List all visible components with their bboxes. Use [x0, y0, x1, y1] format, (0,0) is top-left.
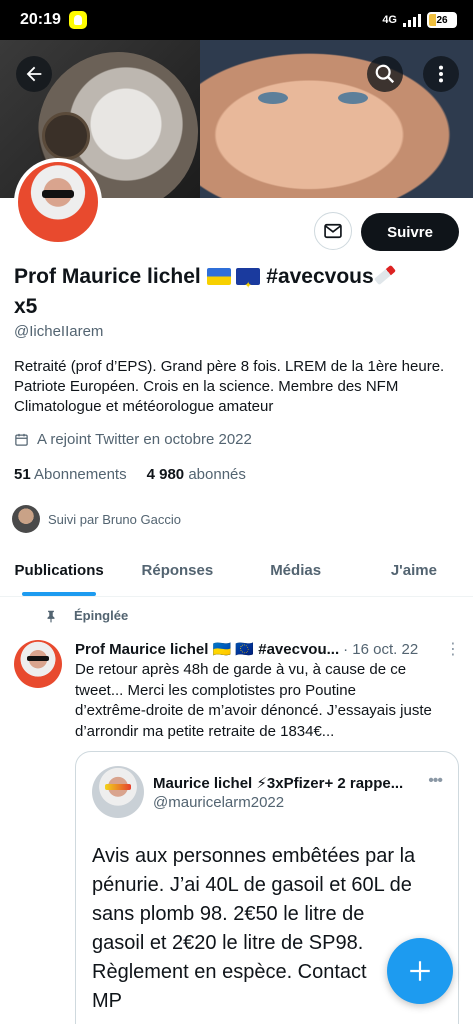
- syringe-icon: [373, 264, 396, 286]
- envelope-icon: [324, 223, 342, 239]
- quote-line: Avis aux personnes embêtées par la: [92, 845, 416, 867]
- back-button[interactable]: [16, 56, 52, 92]
- following-label: Abonnements: [34, 466, 127, 483]
- more-options-button[interactable]: [423, 56, 459, 92]
- snapchat-notification-icon: [68, 11, 87, 29]
- quoted-tweet-text: Avis aux personnes embêtées par la pénur…: [92, 842, 442, 1016]
- tweet-date[interactable]: · 16 oct. 22: [343, 641, 418, 658]
- display-name-suffix: x5: [14, 295, 38, 318]
- followers-count: 4 980: [146, 466, 185, 483]
- more-vertical-icon: [438, 65, 444, 83]
- tweet-author-avatar[interactable]: [14, 640, 62, 688]
- battery-icon: 26: [427, 12, 457, 28]
- bio-line: Climatologue et météorologue amateur: [14, 398, 274, 415]
- profile-handle: @IicheIIarem: [14, 323, 104, 340]
- tab-publications[interactable]: Publications: [0, 545, 118, 596]
- avatar-glasses: [42, 190, 74, 198]
- profile-bio: Retraité (prof d’EPS). Grand père 8 fois…: [14, 357, 464, 417]
- status-bar: 20:19 4G 26: [0, 0, 473, 40]
- pinned-text: Épinglée: [74, 608, 129, 623]
- tweet-avatar-glasses: [27, 656, 49, 661]
- calendar-icon: [15, 433, 28, 446]
- pin-icon: [47, 610, 55, 622]
- status-icons: 4G 26: [382, 12, 457, 28]
- tweet-line: d’extrême-droite de m’avoir dénoncé. J’e…: [75, 702, 432, 719]
- quoted-more-icon[interactable]: •••: [428, 772, 443, 790]
- banner-clock-image: [42, 112, 90, 160]
- follow-counts: 51 Abonnements 4 980 abonnés: [14, 466, 246, 483]
- tweet-author-name[interactable]: Prof Maurice lichel 🇺🇦 🇪🇺 #avecvou...: [75, 640, 339, 658]
- tweet-text[interactable]: De retour après 48h de garde à vu, à cau…: [75, 660, 455, 742]
- eu-flag-icon: [236, 268, 261, 300]
- tab-media[interactable]: Médias: [237, 545, 355, 596]
- followed-by-row[interactable]: Suivi par Bruno Gaccio: [12, 505, 181, 533]
- tweet-line: tweet... Merci les complotistes pro Pout…: [75, 681, 356, 699]
- banner-eye-right: [338, 92, 368, 104]
- bio-line: Patriote Européen. Crois en la science. …: [14, 378, 399, 395]
- following-count: 51: [14, 466, 31, 483]
- followers-label: abonnés: [188, 466, 246, 483]
- tab-likes[interactable]: J'aime: [355, 545, 473, 596]
- joined-text: A rejoint Twitter en octobre 2022: [37, 431, 252, 448]
- tweet-more-icon[interactable]: ⋮: [445, 639, 461, 659]
- search-button[interactable]: [367, 56, 403, 92]
- following-link[interactable]: 51 Abonnements: [14, 466, 127, 483]
- display-name-hashtag: #avecvous: [266, 265, 374, 288]
- banner-eye-left: [258, 92, 288, 104]
- quote-line: gasoil et 2€20 le litre de SP98.: [92, 932, 364, 954]
- signal-icon: [403, 13, 421, 27]
- profile-display-name: Prof Maurice lichel #avecvous x5: [14, 262, 459, 322]
- pinned-label: Épinglée: [44, 608, 128, 623]
- joined-date: A rejoint Twitter en octobre 2022: [14, 431, 252, 448]
- followed-by-text: Suivi par Bruno Gaccio: [48, 511, 181, 527]
- tweet-header: Prof Maurice lichel 🇺🇦 🇪🇺 #avecvou... · …: [75, 639, 461, 659]
- battery-level: 26: [436, 14, 448, 26]
- compose-tweet-button[interactable]: [387, 938, 453, 1004]
- quote-line: MP: [92, 990, 122, 1012]
- bio-line: Retraité (prof d’EPS). Grand père 8 fois…: [14, 358, 445, 375]
- quoted-author-handle: @mauricelarm2022: [153, 794, 285, 811]
- tweet-line: d’arrondir ma petite retraite de 1834€..…: [75, 722, 335, 740]
- quoted-author-name: Maurice lichel ⚡3xPfizer+ 2 rappe...: [153, 774, 443, 792]
- follower-avatar: [12, 505, 40, 533]
- plus-icon: [410, 961, 430, 981]
- tab-replies[interactable]: Réponses: [118, 545, 236, 596]
- quoted-author-name-text: Maurice lichel ⚡3xPfizer+ 2 rappe...: [153, 775, 404, 792]
- profile-avatar[interactable]: [14, 158, 102, 246]
- quoted-avatar-glasses: [105, 784, 131, 790]
- back-arrow-icon: [26, 66, 42, 82]
- profile-tabs: Publications Réponses Médias J'aime: [0, 545, 473, 597]
- tweet-line: De retour après 48h de garde à vu, à cau…: [75, 661, 407, 678]
- search-icon: [375, 64, 395, 84]
- follow-button[interactable]: Suivre: [361, 213, 459, 251]
- clock-time: 20:19: [20, 11, 61, 28]
- display-name-text: Prof Maurice lichel: [14, 265, 201, 288]
- message-button[interactable]: [314, 212, 352, 250]
- quote-line: pénurie. J’ai 40L de gasoil et 60L de: [92, 874, 412, 896]
- followers-link[interactable]: 4 980 abonnés: [147, 466, 246, 483]
- quote-line: sans plomb 98. 2€50 le litre de: [92, 903, 365, 925]
- quoted-author-avatar: [92, 766, 144, 818]
- network-type: 4G: [382, 14, 397, 26]
- ukraine-flag-icon: [206, 268, 231, 285]
